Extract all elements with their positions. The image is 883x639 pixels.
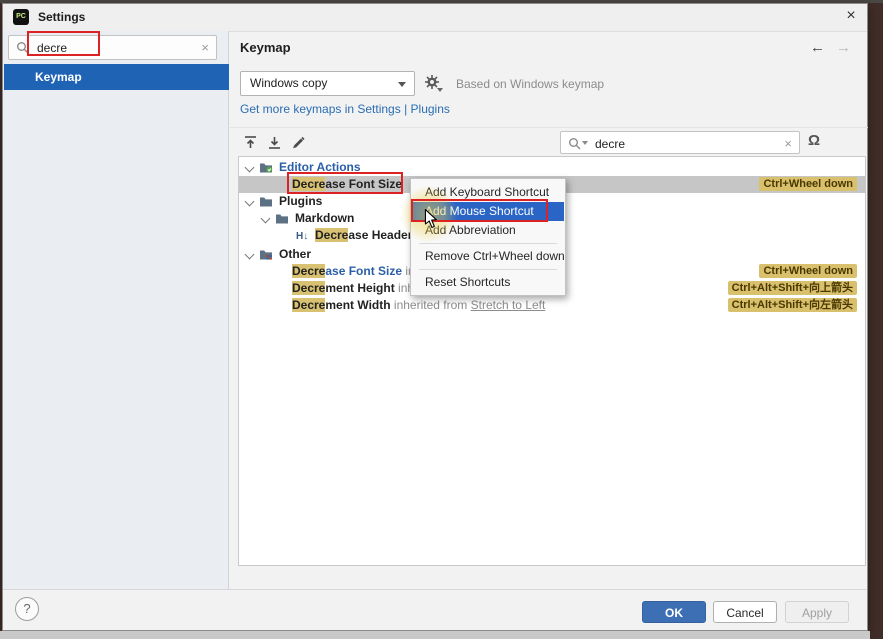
action-label: Decrease Font Size inh — [292, 263, 421, 280]
inherited-from-link[interactable]: Stretch to Left — [471, 298, 546, 312]
keymap-scheme-value: Windows copy — [250, 76, 327, 90]
action-label: Decrement Height inh — [292, 280, 414, 297]
tree-action-row[interactable]: Decrement Width inherited from Stretch t… — [239, 297, 865, 314]
group-label: Markdown — [295, 210, 354, 227]
title-bar[interactable] — [3, 4, 867, 32]
pycharm-app-icon: PC — [13, 9, 29, 25]
search-options-caret-icon[interactable] — [582, 141, 588, 145]
apply-button: Apply — [785, 601, 849, 623]
chevron-expanded-icon[interactable] — [245, 197, 255, 207]
shortcut-badge: Ctrl+Alt+Shift+向左箭头 — [728, 298, 857, 312]
gear-icon[interactable] — [424, 74, 440, 90]
search-match: Decre — [292, 264, 325, 278]
edit-shortcut-pencil-icon[interactable] — [290, 134, 307, 151]
collapse-all-icon[interactable] — [242, 134, 259, 151]
chevron-down-icon — [398, 82, 406, 87]
shortcut-badge: Ctrl+Wheel down — [759, 264, 857, 278]
header-divider — [230, 127, 868, 128]
page-title: Keymap — [240, 40, 291, 55]
footer-divider — [3, 589, 867, 590]
chevron-expanded-icon[interactable] — [245, 250, 255, 260]
chevron-expanded-icon[interactable] — [261, 214, 271, 224]
keymap-scheme-select[interactable]: Windows copy — [240, 71, 415, 96]
search-match: Decre — [292, 281, 325, 295]
folder-icon — [259, 195, 273, 208]
menu-separator — [419, 243, 557, 244]
based-on-label: Based on Windows keymap — [456, 77, 604, 91]
window-title: Settings — [38, 10, 85, 24]
shortcut-badge: Ctrl+Alt+Shift+向上箭头 — [728, 281, 857, 295]
chevron-expanded-icon[interactable] — [245, 163, 255, 173]
back-arrow-icon[interactable]: ← — [810, 39, 825, 56]
group-label: Plugins — [279, 193, 322, 210]
annotation-box-decrease-font-size — [287, 172, 403, 194]
expand-all-icon[interactable] — [266, 134, 283, 151]
actions-search-field[interactable]: × — [560, 131, 800, 154]
find-actions-by-shortcut-icon[interactable]: Ω — [808, 132, 820, 149]
folder-check-icon — [259, 161, 273, 174]
help-button[interactable]: ? — [15, 597, 39, 621]
search-match: Decre — [315, 228, 348, 242]
search-icon — [568, 137, 581, 150]
action-label: Decrement Width inherited from Stretch t… — [292, 297, 545, 314]
group-label: Other — [279, 246, 311, 263]
menu-item-reset-shortcuts[interactable]: Reset Shortcuts — [412, 273, 564, 292]
folder-dots-icon — [259, 248, 273, 261]
settings-sidebar — [3, 31, 229, 589]
ok-button[interactable]: OK — [642, 601, 706, 623]
mouse-cursor-icon — [424, 209, 438, 229]
decrease-header-icon: H↓ — [296, 228, 308, 245]
folder-icon — [275, 212, 289, 225]
search-match: Decre — [292, 298, 325, 312]
clear-search-icon[interactable]: × — [201, 40, 209, 55]
clear-search-icon[interactable]: × — [784, 136, 792, 151]
forward-arrow-icon: → — [836, 39, 851, 56]
sidebar-item-label: Keymap — [35, 70, 82, 84]
actions-search-input[interactable] — [593, 133, 767, 154]
menu-item-remove-ctrl-wheel-down[interactable]: Remove Ctrl+Wheel down — [412, 247, 564, 266]
menu-separator — [419, 269, 557, 270]
shortcut-badge: Ctrl+Wheel down — [759, 177, 857, 191]
close-icon[interactable]: × — [841, 7, 861, 25]
get-more-keymaps-link[interactable]: Get more keymaps in Settings | Plugins — [240, 102, 450, 116]
annotation-box-search — [27, 31, 100, 56]
screen-bottom-strip — [0, 631, 870, 639]
sidebar-item-keymap[interactable]: Keymap — [4, 64, 229, 90]
cancel-button[interactable]: Cancel — [713, 601, 777, 623]
